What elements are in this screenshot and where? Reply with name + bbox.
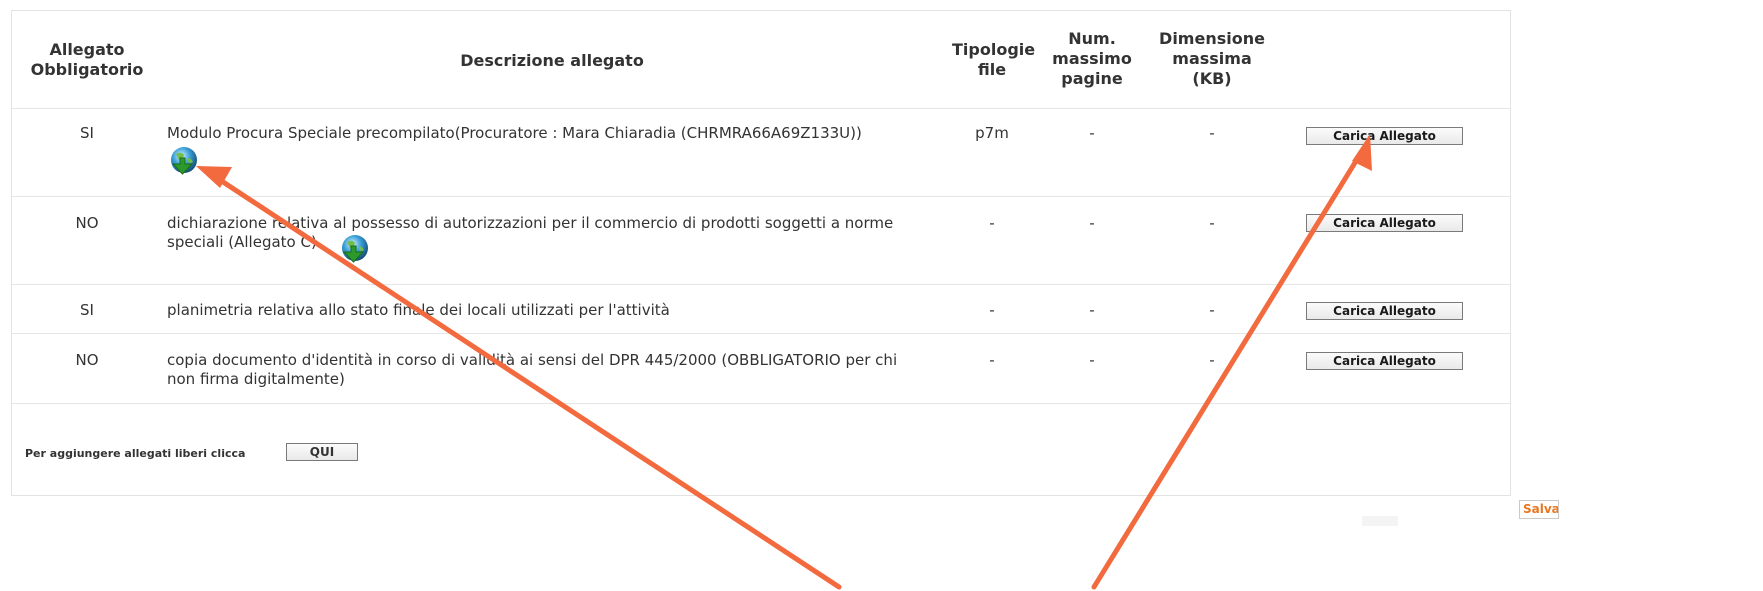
- annotation-arrows: [196, 134, 1372, 590]
- arrow-to-globe-icon: [211, 173, 842, 590]
- arrow-to-carica-button: [1091, 145, 1367, 590]
